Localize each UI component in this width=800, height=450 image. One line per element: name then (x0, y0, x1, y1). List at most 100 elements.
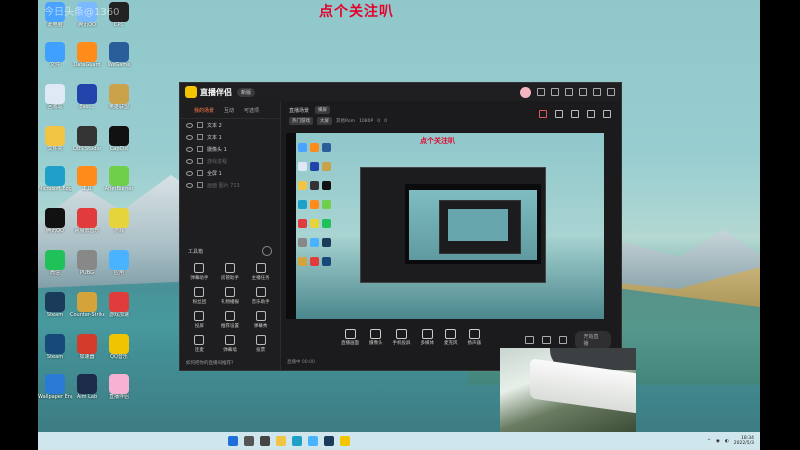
desktop-icon[interactable]: 文件夹 (38, 126, 72, 152)
taskview-icon[interactable] (260, 436, 270, 446)
start-icon[interactable] (228, 436, 238, 446)
explorer-icon[interactable] (276, 436, 286, 446)
version-badge[interactable]: 新版 (237, 87, 256, 97)
desktop-icon[interactable]: 游戏加速 (102, 292, 136, 318)
desktop-icon[interactable]: Microsoft Edge (38, 166, 72, 192)
start-live-button[interactable]: 开始直播 (575, 331, 611, 349)
tool-button[interactable]: 弹幕助手 (184, 263, 215, 281)
lock-icon[interactable] (197, 182, 203, 188)
livestream-app-window[interactable]: 直播伴侣 新版 我的场景 互动 可选项 文本 2 文本 1 摄像头 1 游戏进程 全屏 … (179, 82, 622, 371)
desktop-icon[interactable]: AfterBurner (102, 166, 136, 192)
search-icon[interactable] (244, 436, 254, 446)
tab-options[interactable]: 可选项 (244, 107, 259, 114)
bottom-tool-button[interactable]: 直播画面 (341, 328, 359, 346)
info-item[interactable]: 大屏 (317, 117, 332, 125)
toolbox-gear-icon[interactable] (262, 246, 272, 256)
message-icon[interactable] (537, 88, 545, 96)
desktop-icon[interactable]: 游戏 (102, 208, 136, 234)
desktop-icon[interactable]: OBS Studio (70, 126, 104, 152)
desktop-icon[interactable]: 直播伴侣 (102, 374, 136, 400)
edge-icon[interactable] (292, 436, 302, 446)
bottom-tool-button[interactable]: 扬声器 (468, 328, 481, 346)
settings-icon[interactable] (551, 88, 559, 96)
desktop-icon[interactable]: Steam (38, 334, 72, 360)
gear-icon[interactable] (558, 336, 568, 344)
camera-toggle-icon[interactable] (525, 336, 534, 344)
tool-button[interactable]: 粉丝团 (184, 287, 215, 305)
desktop-icon[interactable]: 网易云音乐 (70, 208, 104, 234)
desktop-icon[interactable]: 腾讯QQ (38, 208, 72, 234)
eye-icon[interactable] (186, 134, 193, 140)
lock-icon[interactable] (197, 134, 203, 140)
scene-item[interactable]: 游戏进程 (180, 155, 280, 167)
audio-settings-icon[interactable] (541, 336, 551, 344)
desktop-icon[interactable]: Ever... (70, 84, 104, 110)
desktop-icon[interactable]: 工具 (70, 166, 104, 192)
lock-icon[interactable] (555, 110, 563, 118)
desktop-icon[interactable]: Wallpaper Engine (38, 374, 72, 400)
minimize-icon[interactable] (579, 88, 587, 96)
tool-button[interactable]: 主播任务 (245, 263, 276, 281)
scene-item[interactable]: 摄像头 1 (180, 143, 280, 155)
clock[interactable]: 18:34 2022/5/3 (734, 436, 754, 446)
desktop-icon[interactable]: 回收站 (38, 84, 72, 110)
desktop-icon[interactable]: Steam (38, 292, 72, 318)
menu-icon[interactable] (565, 88, 573, 96)
desktop-icon[interactable]: DataGuard (70, 42, 104, 68)
notification-icon[interactable] (587, 110, 595, 118)
steam-icon[interactable] (324, 436, 334, 446)
bottom-tool-button[interactable]: 麦克风 (444, 328, 458, 346)
help-link[interactable]: 如何把你的直播间推荐? (186, 360, 233, 366)
desktop-icon[interactable]: 文件 (38, 42, 72, 68)
eye-icon[interactable] (186, 146, 193, 152)
share-icon[interactable] (603, 110, 611, 118)
tool-button[interactable]: 房管助手 (215, 263, 246, 281)
desktop-icon[interactable]: Aim Lab (70, 374, 104, 400)
bottom-tool-button[interactable]: 多媒体 (421, 328, 434, 346)
tool-button[interactable]: 礼物播报 (215, 287, 246, 305)
desktop-icon[interactable]: PUBG (70, 250, 104, 276)
tool-button[interactable]: 推荐设置 (215, 311, 246, 329)
bottom-tool-button[interactable]: 手机投屏 (393, 328, 411, 346)
tool-button[interactable]: 连麦 (184, 335, 215, 353)
tool-button[interactable]: 弹幕秀 (245, 311, 276, 329)
scene-item[interactable]: 文本 1 (180, 131, 280, 143)
volume-icon[interactable]: ◐ (725, 439, 729, 444)
close-icon[interactable] (607, 88, 615, 96)
avatar[interactable] (520, 86, 531, 98)
livestream-app-taskbar-icon[interactable] (340, 436, 350, 446)
scene-item[interactable]: 画面 图片 713 (180, 179, 280, 191)
desktop-icon[interactable]: 英雄联盟 (102, 84, 136, 110)
tray-arrow-icon[interactable]: ^ (707, 439, 711, 444)
lock-icon[interactable] (197, 158, 203, 164)
bottom-tool-button[interactable]: 摄像头 (369, 328, 383, 346)
desktop-icon[interactable]: QQ音乐 (102, 334, 136, 360)
record-icon[interactable] (539, 110, 547, 118)
network-icon[interactable]: ◉ (716, 439, 720, 444)
store-icon[interactable] (308, 436, 318, 446)
lock-icon[interactable] (197, 170, 203, 176)
desktop-icon[interactable]: 微信 (38, 250, 72, 276)
eye-icon[interactable] (186, 122, 193, 128)
orientation-chip[interactable]: 横屏 (315, 106, 331, 114)
eye-icon[interactable] (186, 182, 193, 188)
tab-scenes[interactable]: 我的场景 (194, 107, 214, 114)
scene-item[interactable]: 全屏 1 (180, 167, 280, 179)
layout-icon[interactable] (571, 110, 579, 118)
lock-icon[interactable] (197, 146, 203, 152)
desktop-icon[interactable]: 加速器 (70, 334, 104, 360)
lock-icon[interactable] (197, 122, 203, 128)
tool-button[interactable]: 音乐助手 (245, 287, 276, 305)
app-titlebar[interactable]: 直播伴侣 新版 (180, 83, 621, 101)
desktop-icon[interactable]: CapCut (102, 126, 136, 152)
desktop-icon[interactable]: Counter-Strike (70, 292, 104, 318)
desktop-icon[interactable]: WeGame (102, 42, 136, 68)
tool-button[interactable]: 弹幕墙 (215, 335, 246, 353)
scene-item[interactable]: 文本 2 (180, 119, 280, 131)
tool-button[interactable]: 投屏 (184, 311, 215, 329)
eye-icon[interactable] (186, 170, 193, 176)
tool-button[interactable]: 投票 (245, 335, 276, 353)
eye-icon[interactable] (186, 158, 193, 164)
info-item[interactable]: 热门游戏 (289, 117, 313, 125)
desktop-icon[interactable]: 应用 (102, 250, 136, 276)
